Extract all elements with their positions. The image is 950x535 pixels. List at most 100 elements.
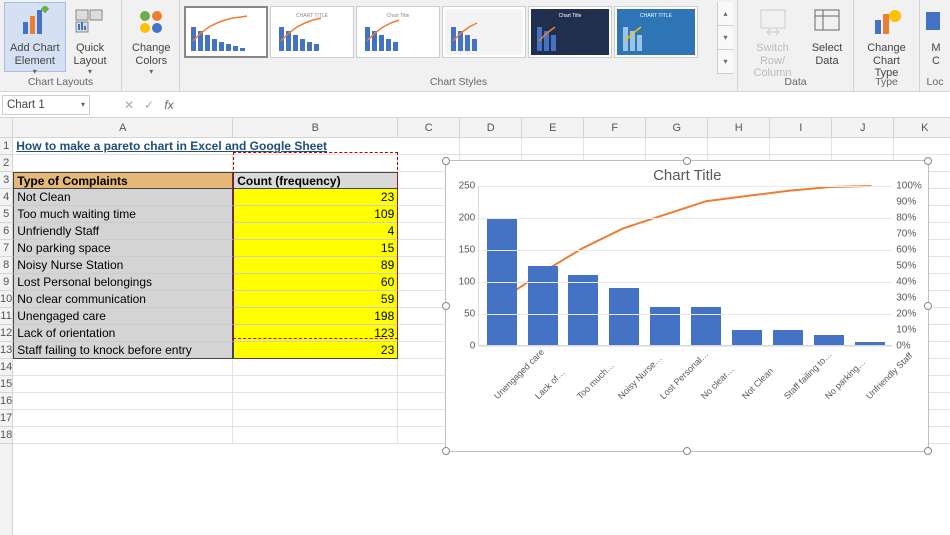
style-gallery-scroll[interactable]: ▴▾▾ — [717, 2, 733, 74]
column-header[interactable]: G — [646, 118, 708, 137]
cell[interactable]: Lost Personal belongings — [13, 274, 233, 291]
cell[interactable]: 59 — [233, 291, 398, 308]
column-header[interactable]: I — [770, 118, 832, 137]
row-header[interactable]: 17 — [0, 410, 12, 427]
cell[interactable]: Count (frequency) — [233, 172, 398, 189]
cell[interactable] — [13, 155, 233, 172]
row-header[interactable]: 18 — [0, 427, 12, 444]
column-header[interactable]: D — [460, 118, 522, 137]
cell[interactable] — [13, 376, 233, 393]
change-colors-button[interactable]: Change Colors ▾ — [126, 2, 177, 72]
row-header[interactable]: 16 — [0, 393, 12, 410]
row-header[interactable]: 10 — [0, 291, 12, 308]
row-header[interactable]: 6 — [0, 223, 12, 240]
bar[interactable] — [568, 275, 598, 345]
row-header[interactable]: 7 — [0, 240, 12, 257]
cell[interactable]: 198 — [233, 308, 398, 325]
cell[interactable]: 15 — [233, 240, 398, 257]
chart-style-2[interactable]: CHART TITLE — [270, 6, 354, 58]
row-header[interactable]: 4 — [0, 189, 12, 206]
cell[interactable]: Noisy Nurse Station — [13, 257, 233, 274]
cell[interactable]: Type of Complaints — [13, 172, 233, 189]
row-header[interactable]: 13 — [0, 342, 12, 359]
embedded-chart[interactable]: Chart Title 0501001502002500%10%20%30%40… — [445, 160, 929, 452]
bar[interactable] — [732, 330, 762, 345]
row-header[interactable]: 15 — [0, 376, 12, 393]
chart-title[interactable]: Chart Title — [446, 167, 928, 184]
cell[interactable] — [13, 427, 233, 444]
cell[interactable]: Unfriendly Staff — [13, 223, 233, 240]
bar[interactable] — [814, 335, 844, 345]
cell[interactable] — [233, 410, 398, 427]
cell[interactable] — [233, 376, 398, 393]
chart-style-3[interactable]: Chart Title — [356, 6, 440, 58]
cell[interactable]: How to make a pareto chart in Excel and … — [13, 138, 460, 155]
dropdown-arrow-icon[interactable]: ▾ — [81, 100, 85, 109]
column-header[interactable]: H — [708, 118, 770, 137]
row-header[interactable]: 8 — [0, 257, 12, 274]
plot-area[interactable]: 0501001502002500%10%20%30%40%50%60%70%80… — [478, 186, 892, 346]
cell[interactable]: No parking space — [13, 240, 233, 257]
cell[interactable]: No clear communication — [13, 291, 233, 308]
bar[interactable] — [773, 330, 803, 345]
cell[interactable]: Staff failing to knock before entry — [13, 342, 233, 359]
fx-icon[interactable]: fx — [159, 98, 179, 112]
chart-style-4[interactable] — [442, 6, 526, 58]
cell[interactable]: 109 — [233, 206, 398, 223]
row-header[interactable]: 5 — [0, 206, 12, 223]
chart-style-1[interactable] — [184, 6, 268, 58]
column-header[interactable]: K — [894, 118, 950, 137]
column-header[interactable]: B — [233, 118, 398, 137]
row-header[interactable]: 11 — [0, 308, 12, 325]
row-header[interactable]: 12 — [0, 325, 12, 342]
row-header[interactable]: 14 — [0, 359, 12, 376]
cell[interactable] — [13, 359, 233, 376]
cell[interactable] — [646, 138, 708, 155]
change-chart-type-button[interactable]: Change Chart Type — [858, 2, 915, 72]
cell[interactable] — [233, 155, 398, 172]
formula-input[interactable] — [179, 95, 950, 115]
cell[interactable] — [584, 138, 646, 155]
cell[interactable]: 4 — [233, 223, 398, 240]
cell[interactable]: Not Clean — [13, 189, 233, 206]
cell[interactable]: Unengaged care — [13, 308, 233, 325]
cell[interactable]: 89 — [233, 257, 398, 274]
cell[interactable]: 23 — [233, 189, 398, 206]
bar[interactable] — [650, 307, 680, 345]
cell[interactable] — [522, 138, 584, 155]
cell[interactable]: 60 — [233, 274, 398, 291]
name-box[interactable]: Chart 1 ▾ — [2, 95, 90, 115]
chart-style-6[interactable]: CHART TITLE — [614, 6, 698, 58]
cell[interactable] — [708, 138, 770, 155]
cell[interactable] — [894, 138, 950, 155]
cell[interactable] — [832, 138, 894, 155]
bar[interactable] — [609, 288, 639, 345]
bar[interactable] — [528, 266, 558, 345]
move-chart-button[interactable]: M C — [924, 2, 948, 72]
bar[interactable] — [855, 342, 885, 345]
cell[interactable] — [13, 393, 233, 410]
row-header[interactable]: 3 — [0, 172, 12, 189]
worksheet[interactable]: 123456789101112131415161718 ABCDEFGHIJK … — [0, 118, 950, 535]
cell[interactable] — [770, 138, 832, 155]
chart-styles-gallery[interactable]: CHART TITLE Chart Title Chart Title CHAR… — [184, 2, 715, 74]
cell[interactable] — [233, 427, 398, 444]
add-chart-element-button[interactable]: Add Chart Element ▾ — [4, 2, 66, 72]
row-header[interactable]: 2 — [0, 155, 12, 172]
cell[interactable] — [233, 359, 398, 376]
cell[interactable] — [233, 393, 398, 410]
chart-style-5[interactable]: Chart Title — [528, 6, 612, 58]
cell[interactable] — [460, 138, 522, 155]
column-header[interactable]: C — [398, 118, 460, 137]
bar[interactable] — [691, 307, 721, 345]
cell[interactable]: Lack of orientation — [13, 325, 233, 342]
column-header[interactable]: F — [584, 118, 646, 137]
cell[interactable]: 123 — [233, 325, 398, 342]
column-header[interactable]: J — [832, 118, 894, 137]
select-data-button[interactable]: Select Data — [805, 2, 849, 72]
row-header[interactable]: 9 — [0, 274, 12, 291]
cell[interactable] — [13, 410, 233, 427]
quick-layout-button[interactable]: Quick Layout ▾ — [68, 2, 113, 72]
column-header[interactable]: A — [13, 118, 233, 137]
row-header[interactable]: 1 — [0, 138, 12, 155]
